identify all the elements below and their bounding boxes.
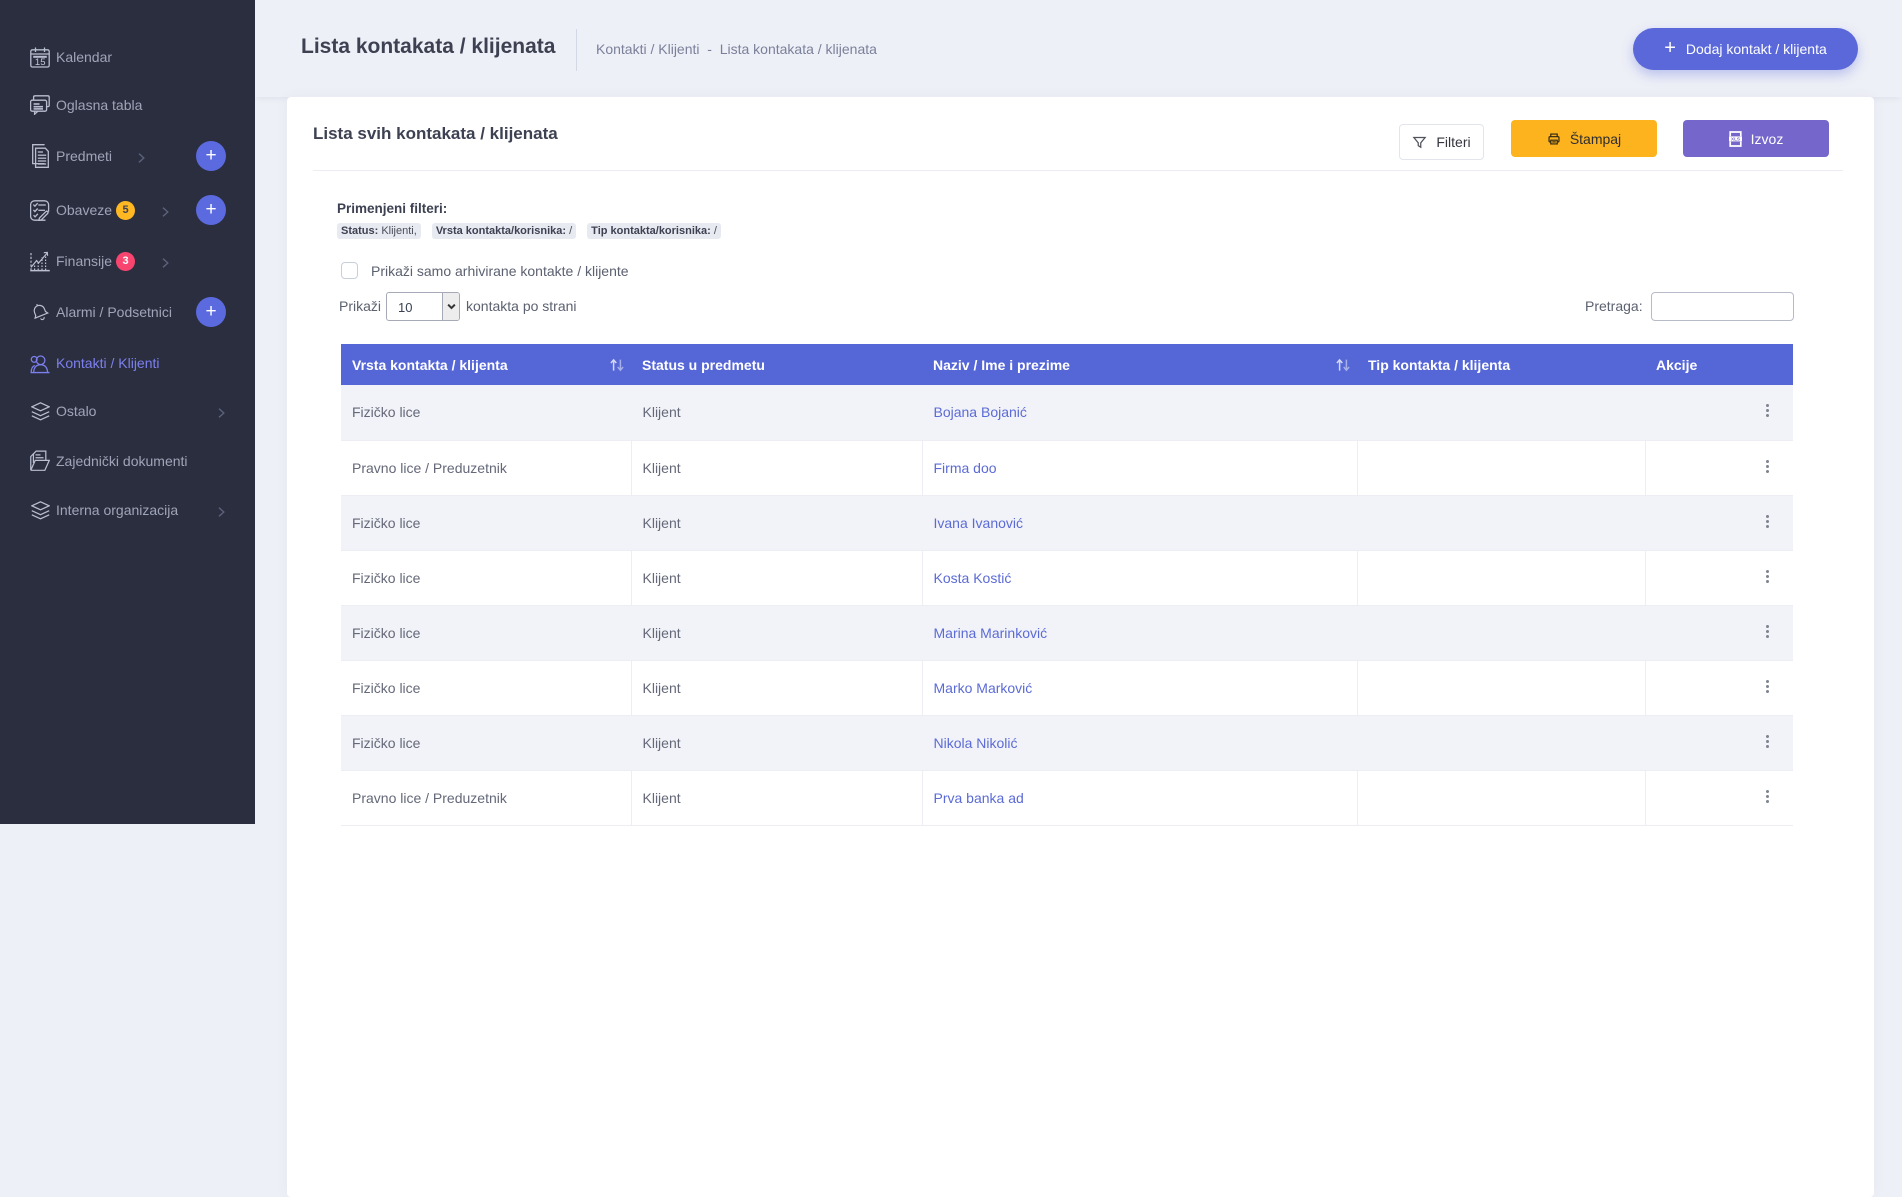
- svg-text:XLS: XLS: [1731, 136, 1740, 141]
- svg-text:15: 15: [35, 56, 46, 67]
